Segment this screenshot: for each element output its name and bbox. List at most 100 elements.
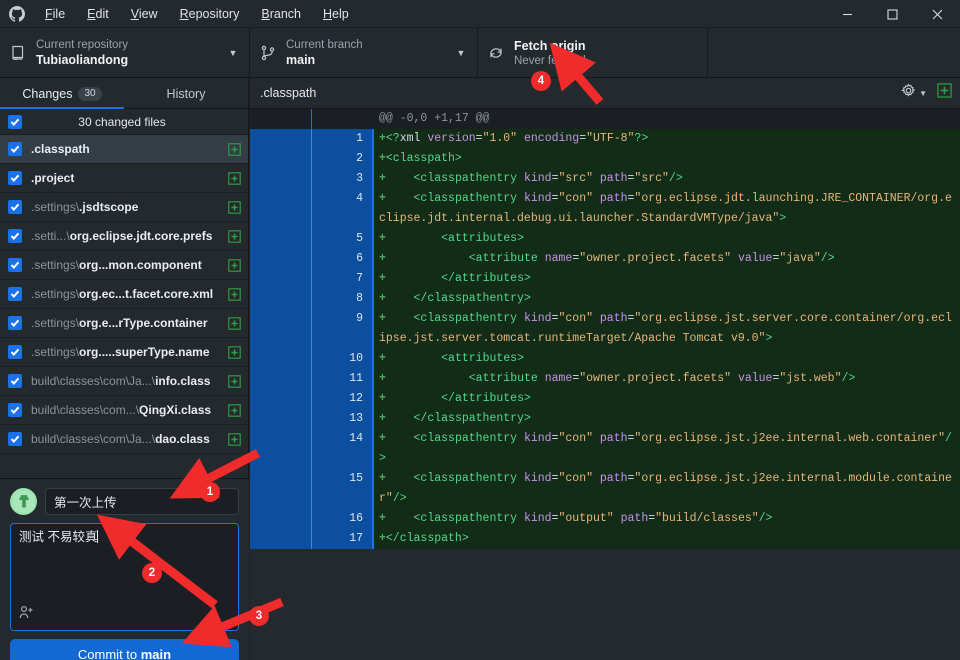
file-row[interactable]: .settings\org...mon.component: [0, 251, 248, 280]
diff-line-old-number: [250, 349, 311, 369]
diff-line-row[interactable]: 1 +<?xml version="1.0" encoding="UTF-8"?>: [250, 129, 960, 149]
menu-file[interactable]: File: [34, 0, 76, 28]
branch-icon: [260, 45, 286, 61]
added-plus-icon: [227, 200, 242, 215]
diff-options-button[interactable]: ▼: [901, 83, 927, 103]
maximize-icon[interactable]: [870, 0, 915, 28]
diff-line-row[interactable]: 11 + <attribute name="owner.project.facet…: [250, 369, 960, 389]
file-row[interactable]: .settings\org.e...rType.container: [0, 309, 248, 338]
menu-help[interactable]: Help: [312, 0, 360, 28]
added-plus-icon: [227, 374, 242, 389]
file-path: .settings\org...mon.component: [31, 258, 202, 272]
file-row[interactable]: .settings\org.....superType.name: [0, 338, 248, 367]
close-icon[interactable]: [915, 0, 960, 28]
file-checkbox[interactable]: [8, 229, 22, 243]
file-row[interactable]: .setti...\org.eclipse.jdt.core.prefs: [0, 222, 248, 251]
diff-content[interactable]: @@ -0,0 +1,17 @@ 1 +<?xml version="1.0" en…: [250, 109, 960, 660]
fetch-title: Fetch origin: [514, 38, 586, 53]
menu-repository[interactable]: Repository: [169, 0, 251, 28]
diff-line-row[interactable]: 4 + <classpathentry kind="con" path="org.…: [250, 189, 960, 229]
select-all-checkbox[interactable]: [8, 114, 22, 129]
added-plus-icon[interactable]: [937, 83, 952, 103]
diff-line-code: + <classpathentry kind="con" path="org.e…: [372, 429, 960, 469]
file-checkbox[interactable]: [8, 142, 22, 156]
diff-line-new-number: 5: [311, 229, 372, 249]
diff-line-row[interactable]: 5 + <attributes>: [250, 229, 960, 249]
minimize-icon[interactable]: [825, 0, 870, 28]
file-checkbox[interactable]: [8, 374, 22, 388]
diff-line-row[interactable]: 2 +<classpath>: [250, 149, 960, 169]
diff-line-row[interactable]: 9 + <classpathentry kind="con" path="org.…: [250, 309, 960, 349]
diff-line-old-number: [250, 369, 311, 389]
menu-view[interactable]: View: [120, 0, 169, 28]
diff-line-code: +<classpath>: [372, 149, 960, 169]
file-checkbox[interactable]: [8, 287, 22, 301]
file-checkbox[interactable]: [8, 316, 22, 330]
menu-branch[interactable]: Branch: [250, 0, 312, 28]
file-checkbox[interactable]: [8, 432, 22, 446]
file-path: .settings\.jsdtscope: [31, 200, 139, 214]
added-plus-icon: [227, 287, 242, 302]
file-path: build\classes\com\Ja...\dao.class: [31, 432, 210, 446]
current-branch-button[interactable]: Current branch main ▼: [250, 28, 478, 78]
file-row[interactable]: build\classes\com\Ja...\info.class: [0, 367, 248, 396]
diff-line-row[interactable]: 3 + <classpathentry kind="src" path="src"…: [250, 169, 960, 189]
file-checkbox[interactable]: [8, 403, 22, 417]
gear-icon: [901, 83, 916, 103]
tab-history[interactable]: History: [124, 78, 248, 109]
file-row[interactable]: build\classes\com\Ja...\dao.class: [0, 425, 248, 454]
diff-line-row[interactable]: 16 + <classpathentry kind="output" path="…: [250, 509, 960, 529]
fetch-subtitle: Never fetched: [514, 54, 586, 67]
diff-line-new-number: 15: [311, 469, 372, 509]
diff-line-new-number: 1: [311, 129, 372, 149]
commit-summary-input[interactable]: [45, 488, 239, 515]
repo-value: Tubiaoliandong: [36, 53, 129, 67]
branch-label: Current branch: [286, 39, 363, 51]
diff-line-row[interactable]: 15 + <classpathentry kind="con" path="org…: [250, 469, 960, 509]
file-checkbox[interactable]: [8, 345, 22, 359]
add-coauthor-icon[interactable]: [18, 604, 34, 625]
file-row[interactable]: .settings\org.ec...t.facet.core.xml: [0, 280, 248, 309]
diff-line-code: + <attributes>: [372, 349, 960, 369]
current-repository-button[interactable]: Current repository Tubiaoliandong ▼: [0, 28, 250, 78]
diff-line-new-number: 10: [311, 349, 372, 369]
diff-line-new-number: 4: [311, 189, 372, 229]
commit-description-box[interactable]: 测试 不易较真: [10, 523, 239, 631]
file-row[interactable]: .settings\.jsdtscope: [0, 193, 248, 222]
changed-files-list[interactable]: .classpath .project .settings\.jsdtscope .s…: [0, 135, 248, 478]
diff-line-row[interactable]: 10 + <attributes>: [250, 349, 960, 369]
diff-line-old-number: [250, 389, 311, 409]
added-plus-icon: [227, 345, 242, 360]
select-all-row[interactable]: 30 changed files: [0, 109, 248, 135]
diff-line-row[interactable]: 12 + </attributes>: [250, 389, 960, 409]
chevron-down-icon: ▼: [228, 48, 238, 58]
github-mark-icon: [0, 5, 34, 22]
user-avatar: [10, 488, 37, 515]
diff-line-row[interactable]: 7 + </attributes>: [250, 269, 960, 289]
diff-line-new-number: 11: [311, 369, 372, 389]
diff-line-old-number: [250, 289, 311, 309]
added-plus-icon: [227, 171, 242, 186]
file-checkbox[interactable]: [8, 200, 22, 214]
file-row[interactable]: .project: [0, 164, 248, 193]
diff-line-row[interactable]: 13 + </classpathentry>: [250, 409, 960, 429]
file-checkbox[interactable]: [8, 171, 22, 185]
file-row[interactable]: build\classes\com...\QingXi.class: [0, 396, 248, 425]
diff-line-row[interactable]: 6 + <attribute name="owner.project.facets…: [250, 249, 960, 269]
diff-line-old-number: [250, 149, 311, 169]
commit-to-branch-button[interactable]: Commit to main: [10, 639, 239, 660]
menu-edit[interactable]: Edit: [76, 0, 120, 28]
tab-changes[interactable]: Changes 30: [0, 78, 124, 109]
file-path: .settings\org.....superType.name: [31, 345, 210, 359]
added-plus-icon: [227, 229, 242, 244]
fetch-origin-button[interactable]: Fetch origin Never fetched: [478, 28, 708, 78]
diff-line-row[interactable]: 17 +</classpath>: [250, 529, 960, 549]
title-bar: File Edit View Repository Branch Help: [0, 0, 960, 28]
file-path: build\classes\com...\QingXi.class: [31, 403, 212, 417]
file-checkbox[interactable]: [8, 258, 22, 272]
diff-line-row[interactable]: 14 + <classpathentry kind="con" path="org…: [250, 429, 960, 469]
diff-line-row[interactable]: 8 + </classpathentry>: [250, 289, 960, 309]
diff-line-code: + <classpathentry kind="con" path="org.e…: [372, 309, 960, 349]
file-path: .settings\org.ec...t.facet.core.xml: [31, 287, 214, 301]
file-row[interactable]: .classpath: [0, 135, 248, 164]
